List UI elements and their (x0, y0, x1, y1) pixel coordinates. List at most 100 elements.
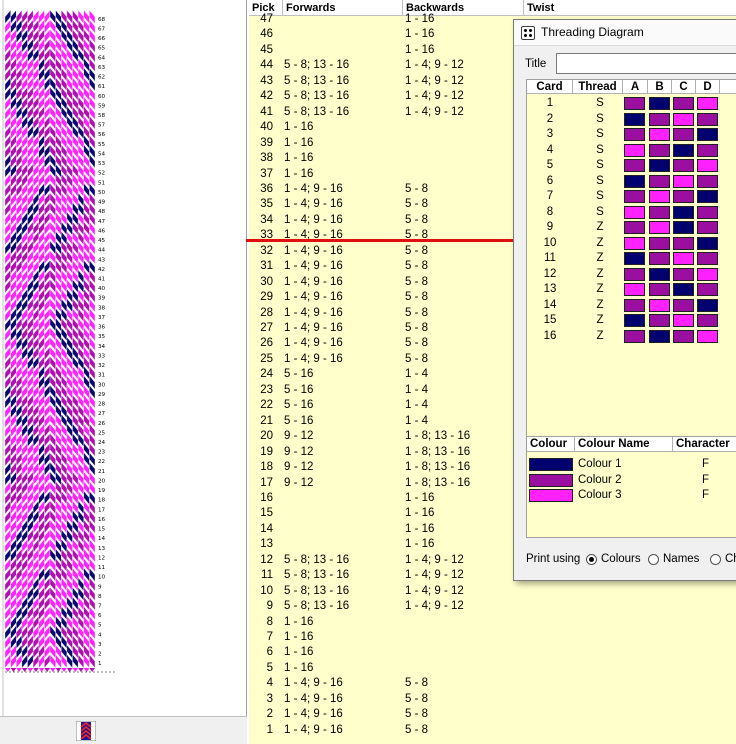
table-row[interactable]: 5 1 - 16 (249, 661, 736, 676)
card-row[interactable]: 13 Z (527, 282, 736, 298)
hole-colour-swatch[interactable] (697, 298, 718, 312)
hole-colour-swatch[interactable] (649, 112, 670, 126)
hole-colour-swatch[interactable] (649, 329, 670, 343)
hole-colour-swatch[interactable] (697, 283, 718, 296)
table-row[interactable]: 2 1 - 4; 9 - 16 5 - 8 (249, 707, 736, 722)
thread-direction[interactable]: Z (577, 236, 623, 251)
table-row[interactable]: 4 1 - 4; 9 - 16 5 - 8 (249, 676, 736, 691)
hole-colour-swatch[interactable] (697, 329, 718, 343)
hole-colour-swatch[interactable] (649, 298, 670, 312)
thread-direction[interactable]: S (577, 127, 623, 142)
card-row[interactable]: 10 Z (527, 236, 736, 252)
hole-colour-swatch[interactable] (624, 252, 645, 265)
hole-colour-swatch[interactable] (624, 112, 645, 126)
hole-colour-swatch[interactable] (673, 329, 694, 343)
hole-colour-swatch[interactable] (649, 159, 670, 172)
hole-colour-swatch[interactable] (649, 221, 670, 234)
hole-colour-swatch[interactable] (624, 174, 645, 188)
hole-colour-swatch[interactable] (673, 283, 694, 296)
hole-colour-swatch[interactable] (673, 112, 694, 126)
colour-row[interactable]: Colour 1 F (527, 457, 736, 473)
hole-colour-swatch[interactable] (673, 236, 694, 250)
colour-swatch[interactable] (529, 458, 573, 471)
hole-colour-swatch[interactable] (649, 174, 670, 188)
card-row[interactable]: 8S (527, 205, 736, 221)
hole-colour-swatch[interactable] (673, 252, 694, 265)
hole-colour-swatch[interactable] (624, 314, 645, 327)
thread-direction[interactable]: S (577, 189, 623, 204)
hole-colour-swatch[interactable] (673, 298, 694, 312)
colour-swatch[interactable] (529, 473, 573, 487)
hole-colour-swatch[interactable] (697, 143, 718, 157)
print-characters-radio[interactable] (710, 554, 721, 565)
print-characters-label[interactable]: Ch (725, 553, 736, 565)
hole-colour-swatch[interactable] (624, 283, 645, 296)
thread-direction[interactable]: S (577, 158, 623, 173)
print-colours-label[interactable]: Colours (601, 553, 641, 565)
colour-row[interactable]: Colour 2 F (527, 473, 736, 489)
hole-colour-swatch[interactable] (649, 236, 670, 250)
card-row[interactable]: 15 Z (527, 313, 736, 329)
card-row[interactable]: 3S (527, 127, 736, 143)
card-row[interactable]: 9Z (527, 220, 736, 236)
card-row[interactable]: 2S (527, 112, 736, 128)
thread-direction[interactable]: S (577, 205, 623, 220)
hole-colour-swatch[interactable] (649, 283, 670, 296)
print-colours-radio[interactable] (586, 554, 597, 565)
table-row[interactable]: 9 5 - 8; 13 - 16 1 - 4; 9 - 12 (249, 599, 736, 614)
hole-colour-swatch[interactable] (624, 329, 645, 343)
hole-colour-swatch[interactable] (697, 112, 718, 126)
hole-colour-swatch[interactable] (697, 252, 718, 265)
card-row[interactable]: 6S (527, 174, 736, 190)
hole-colour-swatch[interactable] (624, 143, 645, 157)
hole-colour-swatch[interactable] (624, 97, 645, 110)
card-row[interactable]: 1S (527, 96, 736, 112)
hole-colour-swatch[interactable] (673, 128, 694, 141)
thread-direction[interactable]: Z (577, 267, 623, 282)
hole-colour-swatch[interactable] (673, 159, 694, 172)
hole-colour-swatch[interactable] (697, 159, 718, 172)
title-input[interactable] (556, 53, 736, 74)
thread-direction[interactable]: Z (577, 251, 623, 266)
hole-colour-swatch[interactable] (649, 97, 670, 110)
hole-colour-swatch[interactable] (673, 205, 694, 219)
hole-colour-swatch[interactable] (624, 236, 645, 250)
table-row[interactable]: 8 1 - 16 (249, 615, 736, 630)
card-row[interactable]: 5S (527, 158, 736, 174)
hole-colour-swatch[interactable] (697, 221, 718, 234)
thread-direction[interactable]: Z (577, 313, 623, 328)
colour-swatch[interactable] (529, 489, 573, 502)
colour-row[interactable]: Colour 3 F (527, 488, 736, 504)
card-row[interactable]: 12 Z (527, 267, 736, 283)
hole-colour-swatch[interactable] (697, 314, 718, 327)
hole-colour-swatch[interactable] (673, 174, 694, 188)
hole-colour-swatch[interactable] (649, 143, 670, 157)
band-strip-icon[interactable] (76, 721, 96, 741)
table-row[interactable]: 6 1 - 16 (249, 645, 736, 660)
hole-colour-swatch[interactable] (697, 97, 718, 110)
hole-colour-swatch[interactable] (624, 159, 645, 172)
hole-colour-swatch[interactable] (649, 205, 670, 219)
window-titlebar[interactable]: Threading Diagram (514, 20, 736, 46)
hole-colour-swatch[interactable] (624, 128, 645, 141)
hole-colour-swatch[interactable] (624, 267, 645, 281)
table-row[interactable]: 1 1 - 4; 9 - 16 5 - 8 (249, 723, 736, 738)
print-names-radio[interactable] (648, 554, 659, 565)
hole-colour-swatch[interactable] (624, 221, 645, 234)
thread-direction[interactable]: S (577, 96, 623, 111)
thread-direction[interactable]: Z (577, 282, 623, 297)
thread-direction[interactable]: Z (577, 329, 623, 344)
hole-colour-swatch[interactable] (697, 205, 718, 219)
thread-direction[interactable]: S (577, 174, 623, 189)
card-row[interactable]: 11 Z (527, 251, 736, 267)
hole-colour-swatch[interactable] (673, 221, 694, 234)
hole-colour-swatch[interactable] (673, 143, 694, 157)
hole-colour-swatch[interactable] (673, 97, 694, 110)
hole-colour-swatch[interactable] (624, 190, 645, 203)
thread-direction[interactable]: S (577, 143, 623, 158)
hole-colour-swatch[interactable] (697, 190, 718, 203)
hole-colour-swatch[interactable] (673, 190, 694, 203)
hole-colour-swatch[interactable] (649, 314, 670, 327)
table-row[interactable]: 10 5 - 8; 13 - 16 1 - 4; 9 - 12 (249, 584, 736, 599)
thread-direction[interactable]: S (577, 112, 623, 127)
